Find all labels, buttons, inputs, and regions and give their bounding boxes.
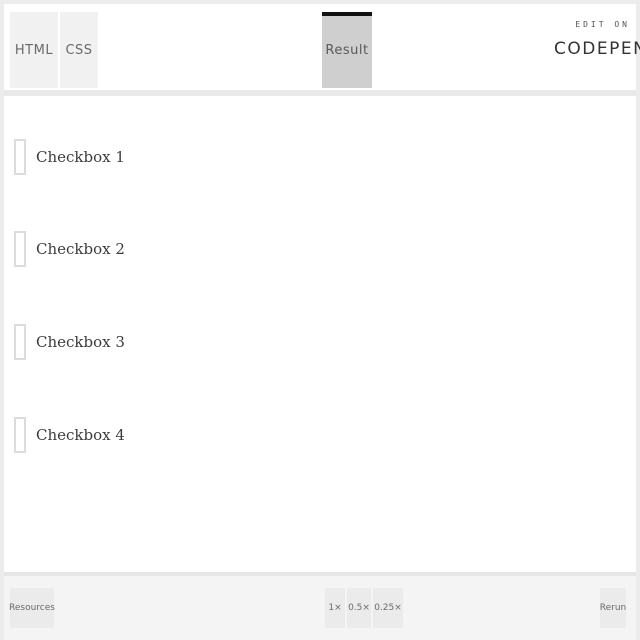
resources-button[interactable]: Resources <box>9 588 55 628</box>
rerun-label: Rerun <box>599 603 627 613</box>
zoom-label: 0.5× <box>348 603 370 613</box>
zoom-label: 0.25× <box>374 603 402 613</box>
checkbox-row[interactable]: Checkbox 3 <box>14 323 125 361</box>
checkbox-label: Checkbox 2 <box>36 240 125 258</box>
checkbox-3[interactable] <box>14 324 26 360</box>
edit-on-text: EDIT ON <box>575 20 630 29</box>
zoom-025x-button[interactable]: 0.25× <box>373 588 403 628</box>
embed-footer: Resources 1× 0.5× 0.25× Rerun <box>4 572 636 640</box>
checkbox-row[interactable]: Checkbox 4 <box>14 416 125 454</box>
checkbox-4[interactable] <box>14 417 26 453</box>
tab-css-label: CSS <box>65 42 93 58</box>
tab-html[interactable]: HTML <box>10 12 58 88</box>
checkbox-label: Checkbox 4 <box>36 426 125 444</box>
embed-header: HTML CSS Result EDIT ON CODEPEN <box>4 4 640 96</box>
codepen-logo: CODEPEN <box>554 39 640 59</box>
checkbox-label: Checkbox 1 <box>36 148 125 166</box>
zoom-1x-button[interactable]: 1× <box>325 588 345 628</box>
tab-html-label: HTML <box>14 42 54 58</box>
tab-css[interactable]: CSS <box>60 12 98 88</box>
zoom-05x-button[interactable]: 0.5× <box>347 588 371 628</box>
checkbox-2[interactable] <box>14 231 26 267</box>
tab-result[interactable]: Result <box>322 12 372 88</box>
checkbox-1[interactable] <box>14 139 26 175</box>
checkbox-label: Checkbox 3 <box>36 333 125 351</box>
tab-result-label: Result <box>325 42 369 58</box>
resources-label: Resources <box>9 603 55 613</box>
rerun-button[interactable]: Rerun <box>600 588 626 628</box>
zoom-label: 1× <box>328 603 342 613</box>
checkbox-row[interactable]: Checkbox 1 <box>14 138 125 176</box>
embed-frame: HTML CSS Result EDIT ON CODEPEN Checkbox… <box>4 4 640 640</box>
checkbox-row[interactable]: Checkbox 2 <box>14 230 125 268</box>
result-pane: Checkbox 1 Checkbox 2 Checkbox 3 Checkbo… <box>4 96 636 566</box>
edit-on-codepen-link[interactable]: EDIT ON CODEPEN <box>554 18 640 74</box>
